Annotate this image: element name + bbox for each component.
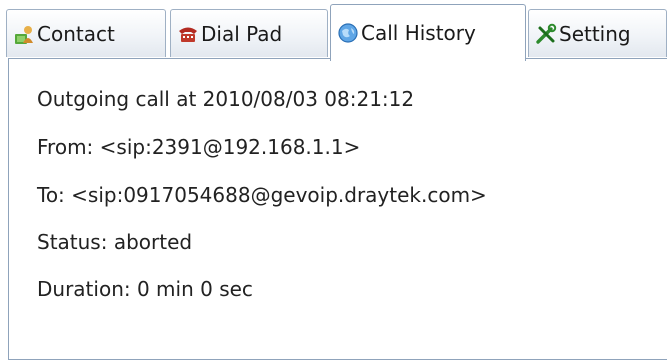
tab-call-history-label: Call History [361,21,476,45]
globe-icon [337,22,359,44]
to-line: To: <sip:0917054688@gevoip.draytek.com> [37,183,487,207]
tab-setting[interactable]: Setting [528,9,667,57]
tab-contact[interactable]: Contact [6,9,166,57]
contact-icon [13,23,35,45]
tab-dial-pad-label: Dial Pad [201,21,283,46]
duration-line: Duration: 0 min 0 sec [37,277,253,301]
tab-contact-label: Contact [37,21,115,46]
tab-call-history[interactable]: Call History [330,4,526,61]
tab-bar: Contact Dial Pad Call History Setting [0,0,667,62]
tools-icon [535,23,557,45]
phone-icon [177,23,199,45]
from-line: From: <sip:2391@192.168.1.1> [37,135,361,159]
call-title-line: Outgoing call at 2010/08/03 08:21:12 [37,87,415,111]
call-history-panel: Outgoing call at 2010/08/03 08:21:12 Fro… [8,58,667,360]
tab-dial-pad[interactable]: Dial Pad [170,9,328,57]
tab-setting-label: Setting [559,21,631,46]
status-line: Status: aborted [37,230,193,254]
